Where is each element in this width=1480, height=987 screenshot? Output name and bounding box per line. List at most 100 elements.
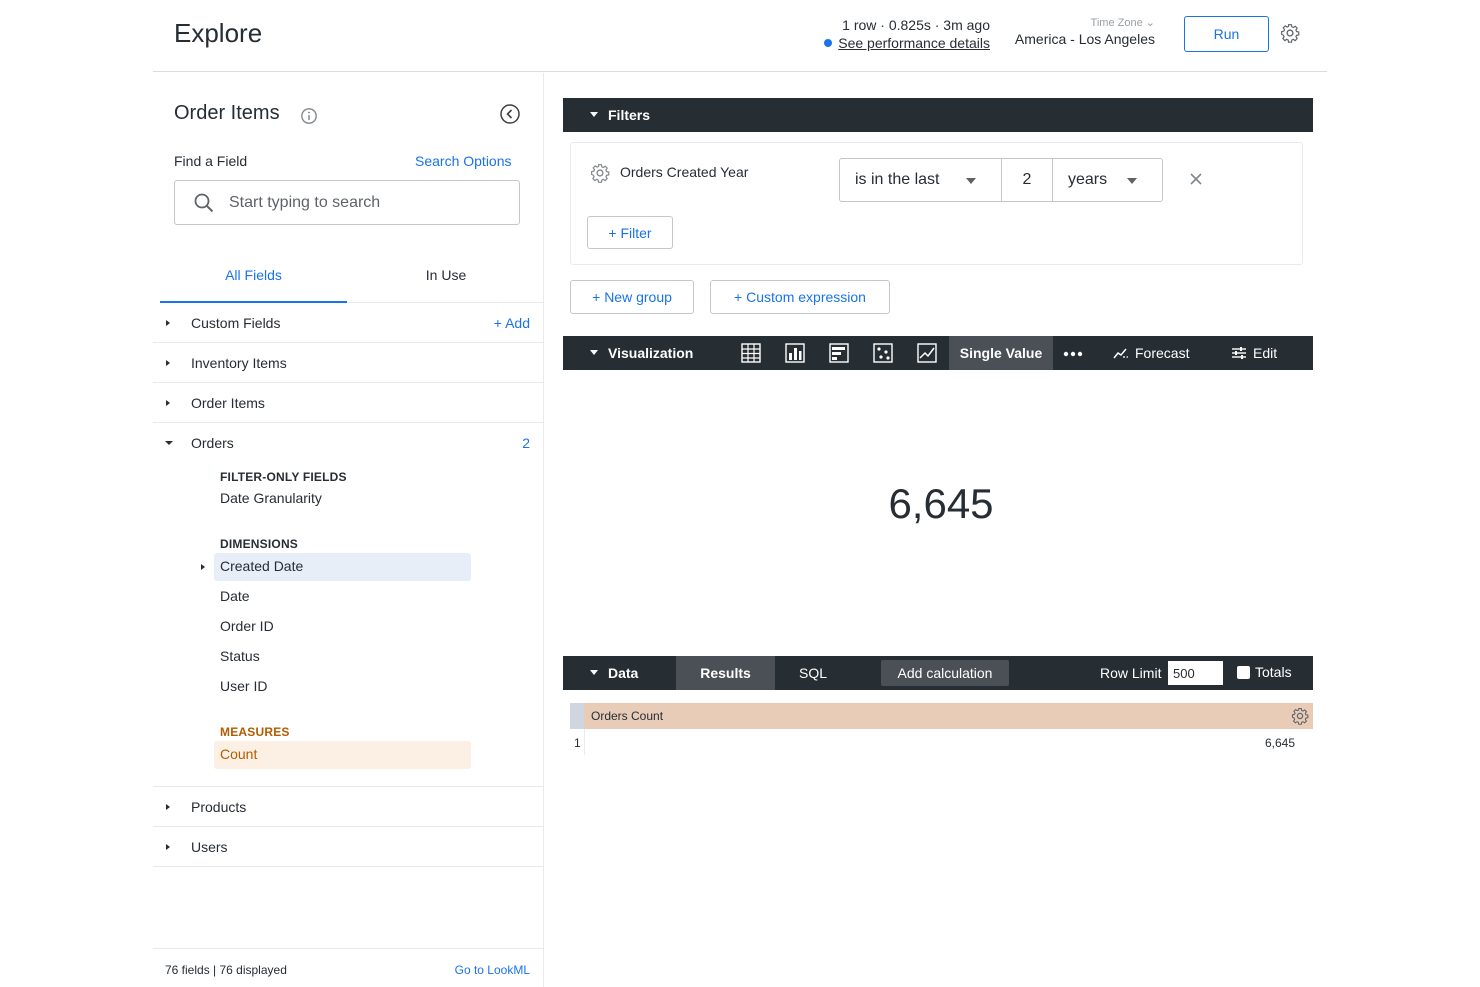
- caret-down-icon: [590, 112, 598, 117]
- custom-expression-button[interactable]: + Custom expression: [710, 280, 890, 314]
- filter-only-label: FILTER-ONLY FIELDS: [220, 470, 347, 484]
- column-chart-icon[interactable]: [784, 342, 806, 364]
- orders-fields: FILTER-ONLY FIELDS Date Granularity DIME…: [153, 463, 544, 787]
- dimensions-label: DIMENSIONS: [220, 537, 299, 551]
- table-icon[interactable]: [740, 342, 762, 364]
- data-title[interactable]: Data: [608, 665, 638, 681]
- performance-details[interactable]: See performance details: [824, 35, 990, 52]
- field-status[interactable]: Status: [214, 643, 471, 671]
- filters-bar[interactable]: Filters: [563, 98, 1313, 132]
- plus-icon: +: [608, 224, 621, 241]
- view-name: Custom Fields: [191, 315, 281, 331]
- more-options-icon[interactable]: [1063, 351, 1083, 357]
- field-count-text: 76 fields | 76 displayed: [165, 963, 287, 977]
- view-products[interactable]: Products: [153, 787, 544, 827]
- caret-down-icon[interactable]: [589, 669, 599, 677]
- performance-details-link[interactable]: See performance details: [838, 35, 990, 52]
- view-orders[interactable]: Orders 2: [153, 423, 544, 463]
- column-header[interactable]: Orders Count: [591, 709, 663, 723]
- explore-name: Order Items: [174, 102, 280, 124]
- view-name: Order Items: [191, 395, 265, 411]
- top-header: Explore 1 row · 0.825s · 3m ago See perf…: [153, 0, 1327, 72]
- filter-operator-value: is in the last: [855, 171, 940, 188]
- line-chart-icon[interactable]: [916, 342, 938, 364]
- table-row: 1 6,645: [570, 729, 1313, 755]
- visualization-title[interactable]: Visualization: [608, 345, 693, 361]
- filter-unit-select[interactable]: years: [1052, 158, 1163, 202]
- caret-right-icon: [166, 844, 170, 850]
- row-limit-label: Row Limit: [1100, 665, 1162, 681]
- query-stats-text: 1 row · 0.825s · 3m ago: [842, 17, 990, 33]
- tab-in-use[interactable]: In Use: [356, 267, 536, 303]
- field-search-input[interactable]: [229, 191, 509, 215]
- field-tabs: All Fields In Use: [160, 253, 544, 303]
- search-icon: [194, 193, 214, 213]
- tab-all-fields[interactable]: All Fields: [160, 267, 347, 303]
- row-number-header: [570, 703, 584, 729]
- timezone-value: America - Los Angeles: [1014, 31, 1155, 47]
- page-title: Explore: [174, 18, 263, 48]
- go-to-lookml-link[interactable]: Go to LookML: [455, 963, 530, 977]
- edit-viz-button[interactable]: Edit: [1231, 345, 1277, 361]
- caret-down-icon: [165, 441, 173, 445]
- view-name: Orders: [191, 435, 234, 451]
- field-date[interactable]: Date: [214, 583, 471, 611]
- filter-value-input[interactable]: 2: [1001, 158, 1053, 202]
- field-user-id[interactable]: User ID: [214, 673, 471, 701]
- forecast-icon: [1113, 348, 1128, 359]
- gear-icon[interactable]: [1291, 707, 1309, 725]
- new-group-button[interactable]: + New group: [570, 280, 694, 314]
- chevron-down-icon: [966, 178, 976, 184]
- tab-sql[interactable]: SQL: [775, 656, 851, 690]
- view-custom-fields[interactable]: Custom Fields + Add: [153, 303, 544, 343]
- info-icon[interactable]: [300, 107, 318, 125]
- caret-right-icon: [166, 360, 170, 366]
- run-button[interactable]: Run: [1184, 16, 1269, 52]
- single-value-display: 6,645: [888, 480, 994, 527]
- forecast-button[interactable]: Forecast: [1113, 345, 1189, 361]
- close-icon[interactable]: [1188, 171, 1204, 187]
- find-field-label: Find a Field: [174, 153, 248, 169]
- timezone-label: Time Zone ⌄: [1090, 17, 1155, 29]
- row-number: 1: [574, 736, 581, 750]
- caret-right-icon: [166, 804, 170, 810]
- explore-app: Explore 1 row · 0.825s · 3m ago See perf…: [153, 0, 1327, 987]
- field-count[interactable]: Count: [214, 741, 471, 769]
- caret-right-icon: [166, 320, 170, 326]
- add-calculation-button[interactable]: Add calculation: [881, 660, 1009, 686]
- view-name: Products: [191, 799, 247, 815]
- bar-chart-icon[interactable]: [828, 342, 850, 364]
- totals-checkbox[interactable]: [1237, 666, 1250, 679]
- field-date-granularity[interactable]: Date Granularity: [214, 485, 471, 513]
- chevron-down-icon: [1127, 178, 1137, 184]
- gear-icon[interactable]: [590, 163, 610, 183]
- sliders-icon: [1232, 347, 1246, 359]
- gear-icon[interactable]: [1280, 23, 1300, 43]
- single-value-tab[interactable]: Single Value: [949, 336, 1053, 370]
- caret-down-icon[interactable]: [589, 349, 599, 357]
- caret-right-icon[interactable]: [199, 562, 207, 572]
- totals-label: Totals: [1255, 664, 1292, 680]
- filter-unit-value: years: [1068, 171, 1108, 188]
- field-order-id[interactable]: Order ID: [214, 613, 471, 641]
- view-order-items[interactable]: Order Items: [153, 383, 544, 423]
- filter-field-name: Orders Created Year: [620, 164, 749, 180]
- scatter-icon[interactable]: [872, 342, 894, 364]
- timezone-selector[interactable]: Time Zone ⌄ America - Los Angeles: [1009, 16, 1155, 47]
- add-custom-field-button[interactable]: + Add: [494, 315, 530, 331]
- results-table-header: Orders Count: [570, 703, 1313, 729]
- add-filter-button[interactable]: + Filter: [587, 216, 673, 249]
- tab-results[interactable]: Results: [676, 656, 775, 690]
- filter-operator-select[interactable]: is in the last: [839, 158, 1002, 202]
- field-created-date[interactable]: Created Date: [214, 553, 471, 581]
- visualization-bar: Visualization Single Value Forecast Edit: [563, 336, 1313, 370]
- status-dot-icon: [824, 39, 833, 47]
- view-users[interactable]: Users: [153, 827, 544, 867]
- search-options-link[interactable]: Search Options: [415, 153, 512, 169]
- sidebar-footer: 76 fields | 76 displayed Go to LookML: [153, 948, 544, 987]
- collapse-sidebar-icon[interactable]: [499, 103, 521, 125]
- data-bar: Data Results SQL Add calculation Row Lim…: [563, 656, 1313, 690]
- filters-panel: Orders Created Year is in the last 2 yea…: [570, 142, 1303, 265]
- view-inventory-items[interactable]: Inventory Items: [153, 343, 544, 383]
- row-limit-input[interactable]: [1168, 661, 1223, 685]
